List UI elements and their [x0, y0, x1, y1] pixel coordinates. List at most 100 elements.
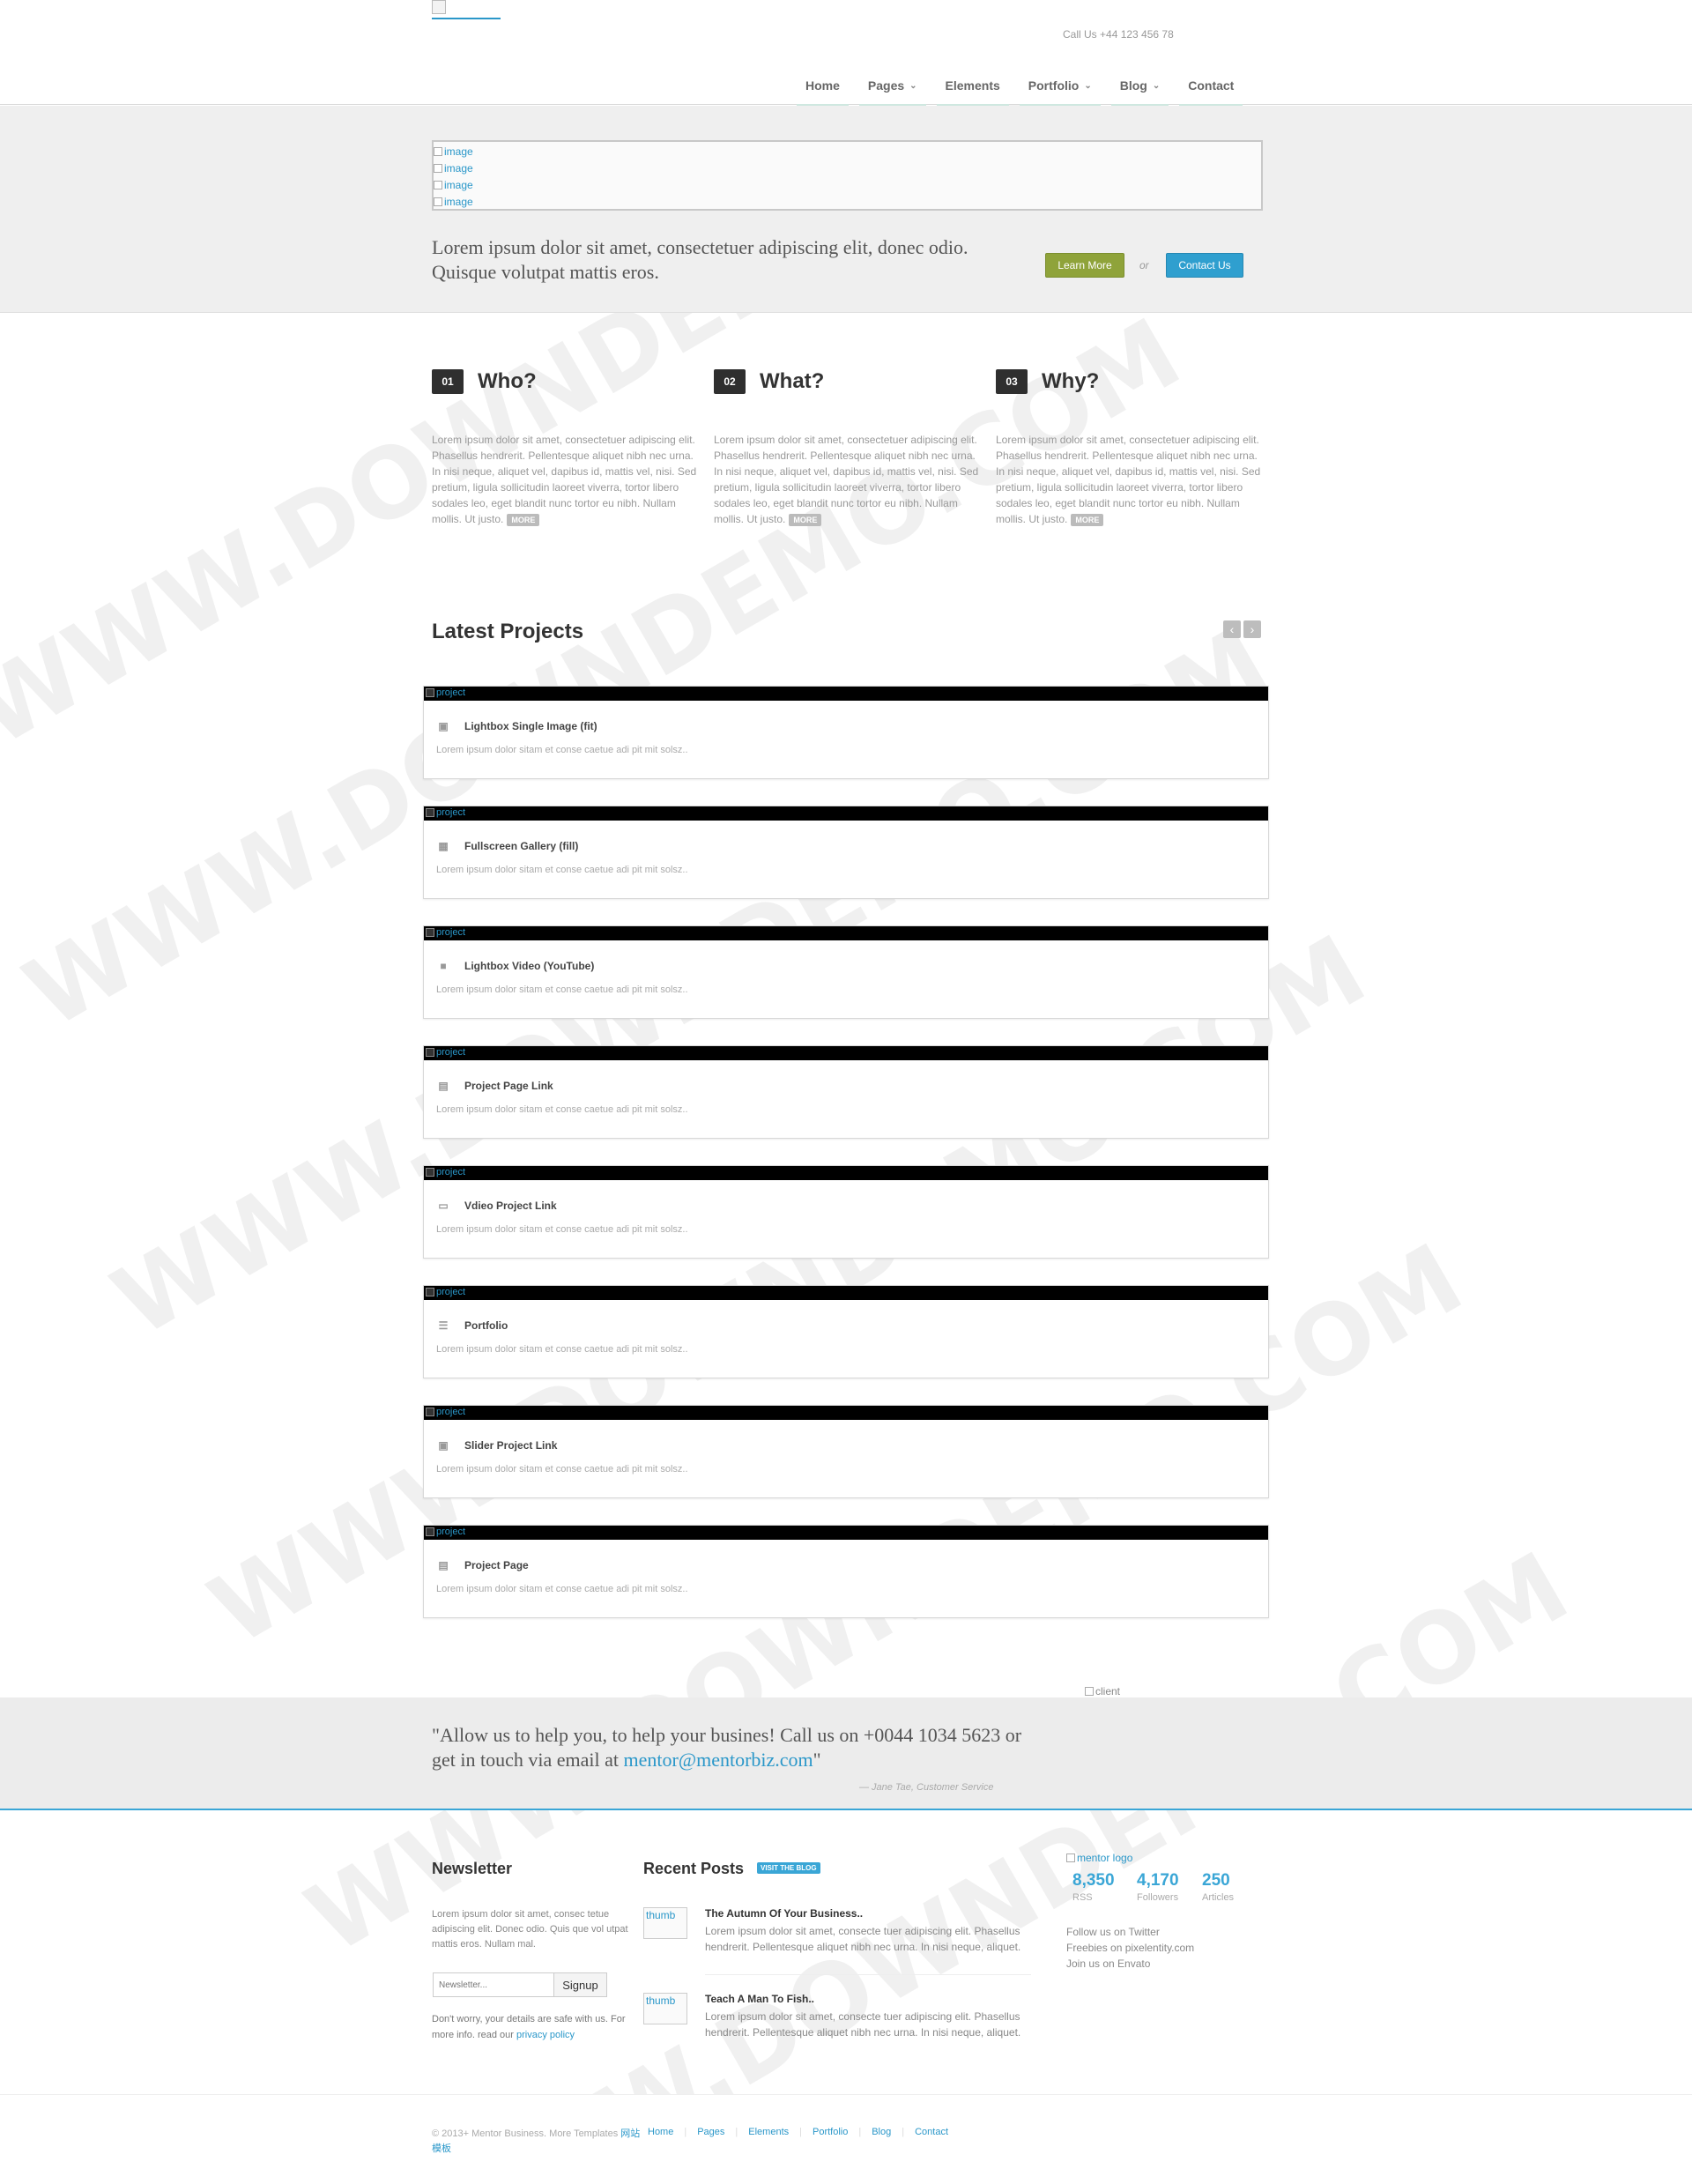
broken-image-icon	[426, 808, 434, 817]
signup-button[interactable]: Signup	[554, 1972, 607, 1997]
contact-us-button[interactable]: Contact Us	[1166, 253, 1243, 278]
nav-portfolio[interactable]: Portfolio ⌄	[1019, 78, 1101, 106]
project-image-alt: project	[426, 1167, 465, 1177]
project-title[interactable]: Lightbox Video (YouTube)	[464, 960, 594, 972]
feature-number: 02	[714, 369, 746, 394]
nav-label: Portfolio	[1028, 78, 1080, 93]
chevron-left-icon[interactable]: ‹	[1223, 620, 1241, 638]
project-image[interactable]: project	[424, 687, 1268, 701]
broken-image-icon	[1066, 1853, 1075, 1862]
stat-value: 8,350	[1072, 1871, 1115, 1890]
project-title[interactable]: Project Page Link	[464, 1080, 553, 1092]
nav-blog[interactable]: Blog ⌄	[1110, 78, 1169, 106]
nav-contact[interactable]: Contact	[1179, 78, 1243, 106]
project-title[interactable]: Slider Project Link	[464, 1439, 557, 1452]
site-logo[interactable]	[432, 0, 501, 19]
stat-rss[interactable]: 8,350 RSS	[1072, 1871, 1115, 1903]
project-description: Lorem ipsum dolor sitam et conse caetue …	[436, 1224, 688, 1235]
project-card[interactable]: project ▦ Fullscreen Gallery (fill) Lorem i…	[423, 806, 1269, 899]
carousel-controls: ‹ ›	[1223, 620, 1261, 638]
project-image[interactable]: project	[424, 1046, 1268, 1060]
project-title-row: ▤ Project Page Link	[436, 1080, 553, 1092]
feature-why: 03 Why? Lorem ipsum dolor sit amet, conse…	[996, 368, 1262, 527]
stat-value: 4,170	[1137, 1871, 1179, 1890]
footer-nav-portfolio[interactable]: Portfolio	[813, 2127, 848, 2137]
hero-slider[interactable]: image image image image	[432, 140, 1263, 211]
feature-text: Lorem ipsum dolor sit amet, consectetuer…	[714, 434, 979, 526]
nav-pages[interactable]: Pages ⌄	[858, 78, 926, 106]
newsletter-input[interactable]	[433, 1972, 554, 1997]
feature-title: Who?	[478, 369, 537, 393]
project-description: Lorem ipsum dolor sitam et conse caetue …	[436, 1464, 688, 1475]
project-card[interactable]: project ▤ Project Page Lorem ipsum dolor si…	[423, 1525, 1269, 1618]
project-image[interactable]: project	[424, 1526, 1268, 1540]
nav-label: Contact	[1188, 78, 1235, 93]
footer-nav-elements[interactable]: Elements	[748, 2127, 789, 2137]
recent-posts-title: Recent Posts	[643, 1860, 745, 1877]
broken-image-icon	[426, 1168, 434, 1177]
more-button[interactable]: MORE	[789, 514, 822, 526]
stat-label: Followers	[1137, 1892, 1179, 1903]
document-icon: ▤	[438, 1559, 449, 1571]
stat-label: Articles	[1202, 1892, 1235, 1903]
broken-image-icon	[426, 1048, 434, 1057]
copyright: © 2013+ Mentor Business. More Templates …	[432, 2128, 641, 2154]
project-title-row: ▦ Fullscreen Gallery (fill)	[436, 840, 578, 852]
project-title[interactable]: Fullscreen Gallery (fill)	[464, 840, 578, 852]
project-card[interactable]: project ▭ Vdieo Project Link Lorem ipsum do…	[423, 1165, 1269, 1259]
feature-who: 01 Who? Lorem ipsum dolor sit amet, conse…	[432, 368, 698, 527]
footer-nav-contact[interactable]: Contact	[915, 2127, 948, 2137]
chevron-down-icon: ⌄	[1152, 80, 1161, 91]
post-thumbnail[interactable]: thumb	[643, 1993, 687, 2024]
project-image[interactable]: project	[424, 926, 1268, 940]
image-icon: ▣	[438, 1439, 449, 1452]
post-title[interactable]: Teach A Man To Fish..	[705, 1993, 814, 2005]
broken-image-icon	[434, 180, 442, 189]
envato-link[interactable]: Join us on Envato	[1066, 1957, 1150, 1970]
project-card[interactable]: project ▣ Lightbox Single Image (fit) Lorem…	[423, 686, 1269, 779]
nav-elements[interactable]: Elements	[936, 78, 1009, 106]
project-image-alt: project	[426, 807, 465, 818]
post-divider	[705, 1974, 1031, 1975]
document-icon: ▤	[438, 1080, 449, 1092]
project-description: Lorem ipsum dolor sitam et conse caetue …	[436, 1344, 688, 1355]
project-image[interactable]: project	[424, 806, 1268, 821]
project-image[interactable]: project	[424, 1406, 1268, 1420]
project-title[interactable]: Portfolio	[464, 1319, 508, 1332]
freebies-link[interactable]: Freebies on pixelentity.com	[1066, 1942, 1194, 1954]
watermark: WWW.DOWNDEMO.COM	[394, 1530, 1586, 2184]
project-image-alt: project	[426, 687, 465, 698]
more-button[interactable]: MORE	[507, 514, 540, 526]
project-title[interactable]: Lightbox Single Image (fit)	[464, 720, 597, 732]
footer-nav-blog[interactable]: Blog	[872, 2127, 891, 2137]
project-card[interactable]: project ▤ Project Page Link Lorem ipsum dol…	[423, 1045, 1269, 1139]
project-title[interactable]: Vdieo Project Link	[464, 1200, 557, 1212]
project-title-row: ☰ Portfolio	[436, 1319, 508, 1332]
divider: |	[858, 2127, 862, 2137]
mentor-logo: mentor logo	[1066, 1852, 1132, 1864]
footer-nav-home[interactable]: Home	[648, 2127, 673, 2137]
visit-blog-badge[interactable]: VISIT THE BLOG	[757, 1862, 820, 1874]
learn-more-button[interactable]: Learn More	[1045, 253, 1124, 278]
stat-articles[interactable]: 250 Articles	[1202, 1871, 1234, 1903]
project-card[interactable]: project ■ Lightbox Video (YouTube) Lorem ip…	[423, 925, 1269, 1019]
broken-image-icon	[434, 146, 442, 156]
project-card[interactable]: project ▣ Slider Project Link Lorem ipsum d…	[423, 1405, 1269, 1498]
image-icon: ▣	[438, 720, 449, 732]
film-icon: ▭	[438, 1200, 449, 1212]
project-card[interactable]: project ☰ Portfolio Lorem ipsum dolor sitam…	[423, 1285, 1269, 1378]
project-title[interactable]: Project Page	[464, 1559, 529, 1571]
twitter-link[interactable]: Follow us on Twitter	[1066, 1926, 1160, 1938]
slide-image: image	[434, 143, 1261, 160]
more-button[interactable]: MORE	[1071, 514, 1104, 526]
footer-nav-pages[interactable]: Pages	[697, 2127, 724, 2137]
post-thumbnail[interactable]: thumb	[643, 1907, 687, 1939]
nav-home[interactable]: Home	[797, 78, 849, 106]
privacy-policy-link[interactable]: privacy policy	[516, 2030, 575, 2040]
email-link[interactable]: mentor@mentorbiz.com	[624, 1749, 813, 1771]
stat-followers[interactable]: 4,170 Followers	[1137, 1871, 1179, 1903]
project-image[interactable]: project	[424, 1166, 1268, 1180]
chevron-right-icon[interactable]: ›	[1243, 620, 1261, 638]
project-image[interactable]: project	[424, 1286, 1268, 1300]
post-title[interactable]: The Autumn Of Your Business..	[705, 1907, 863, 1920]
